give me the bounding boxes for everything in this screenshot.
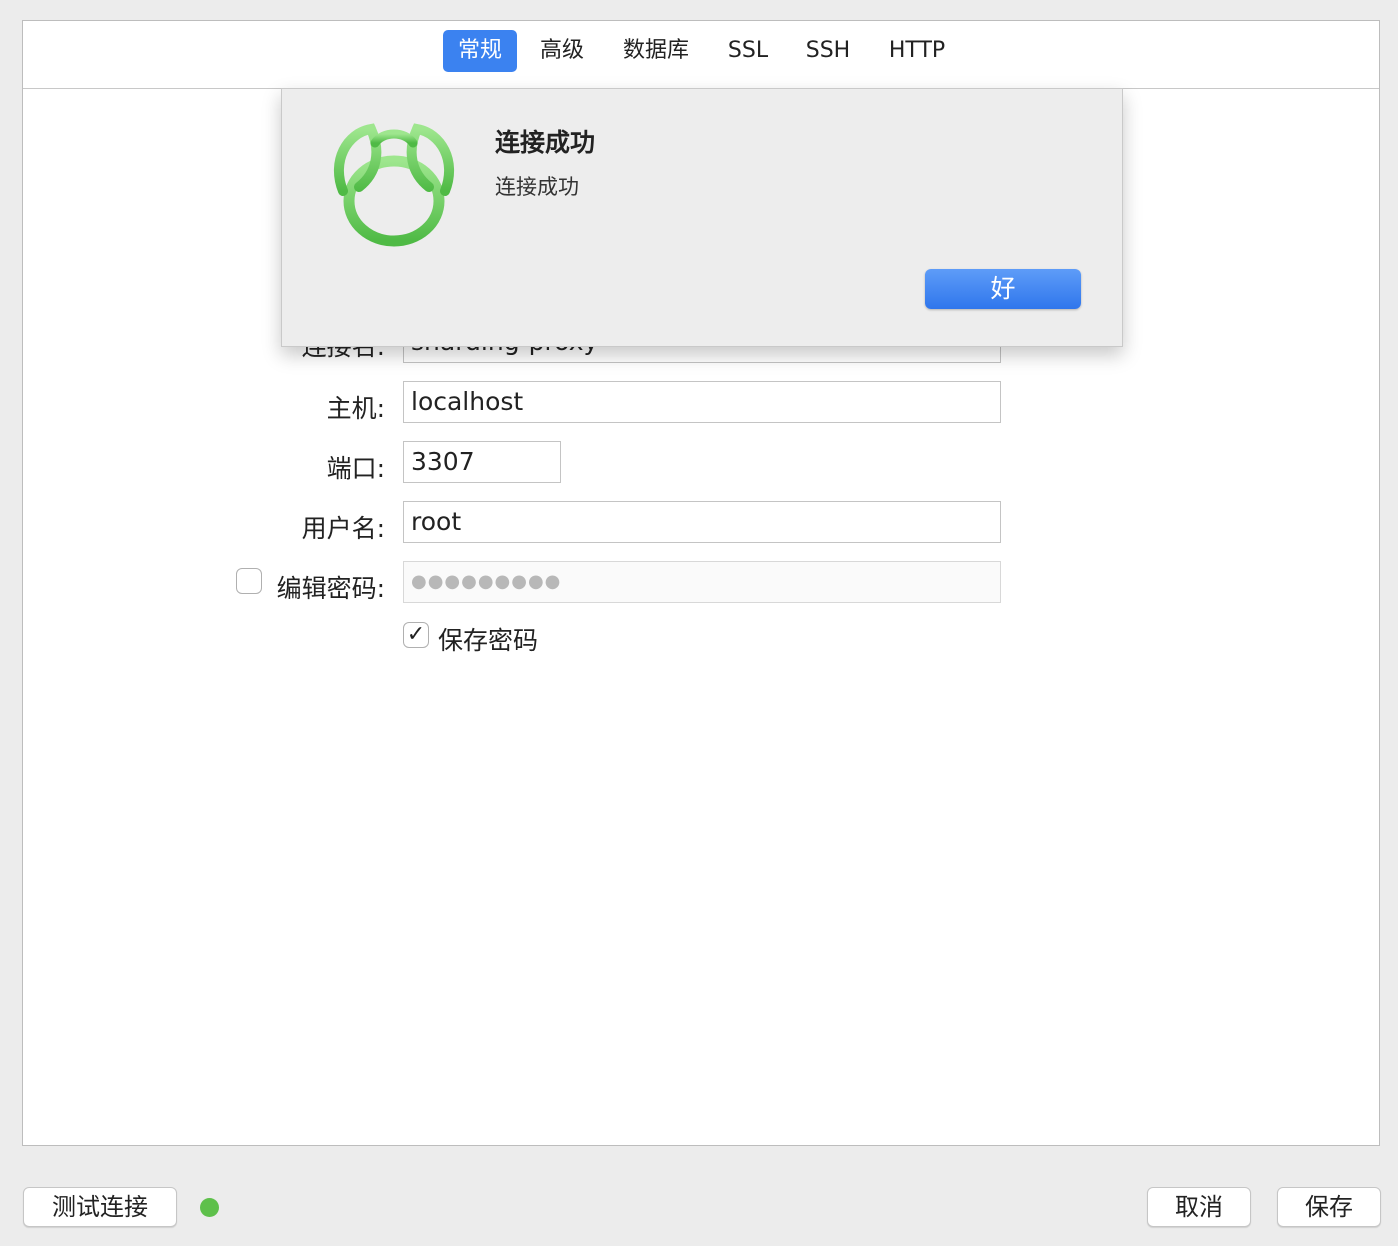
edit-password-label: 编辑密码: — [276, 574, 385, 603]
tab-http[interactable]: HTTP — [877, 30, 957, 72]
tab-bar: 常规 高级 数据库 SSL SSH HTTP — [23, 21, 1379, 89]
navicat-logo-icon — [334, 123, 454, 247]
password-input[interactable]: ●●●●●●●●● — [403, 561, 1001, 603]
cancel-button[interactable]: 取消 — [1147, 1187, 1251, 1227]
alert-title: 连接成功 — [495, 128, 596, 157]
test-connection-button[interactable]: 测试连接 — [23, 1187, 177, 1227]
username-label: 用户名: — [301, 514, 385, 543]
connection-status-dot — [200, 1198, 219, 1217]
tab-advanced[interactable]: 高级 — [529, 30, 595, 72]
save-button[interactable]: 保存 — [1277, 1187, 1381, 1227]
port-label: 端口: — [326, 454, 385, 483]
tab-database[interactable]: 数据库 — [611, 30, 701, 72]
alert-message: 连接成功 — [495, 175, 579, 199]
checkmark-icon: ✓ — [406, 622, 426, 647]
host-label: 主机: — [326, 394, 385, 423]
tab-ssl[interactable]: SSL — [717, 30, 779, 72]
tab-ssh[interactable]: SSH — [795, 30, 861, 72]
username-input[interactable]: root — [403, 501, 1001, 543]
save-password-checkbox[interactable]: ✓ — [403, 622, 429, 648]
connection-success-alert: 连接成功 连接成功 好 — [281, 88, 1123, 347]
ok-button[interactable]: 好 — [925, 269, 1081, 309]
host-input[interactable]: localhost — [403, 381, 1001, 423]
port-input[interactable]: 3307 — [403, 441, 561, 483]
save-password-label: 保存密码 — [438, 626, 539, 655]
edit-password-checkbox[interactable] — [236, 568, 262, 594]
tab-general[interactable]: 常规 — [443, 30, 517, 72]
